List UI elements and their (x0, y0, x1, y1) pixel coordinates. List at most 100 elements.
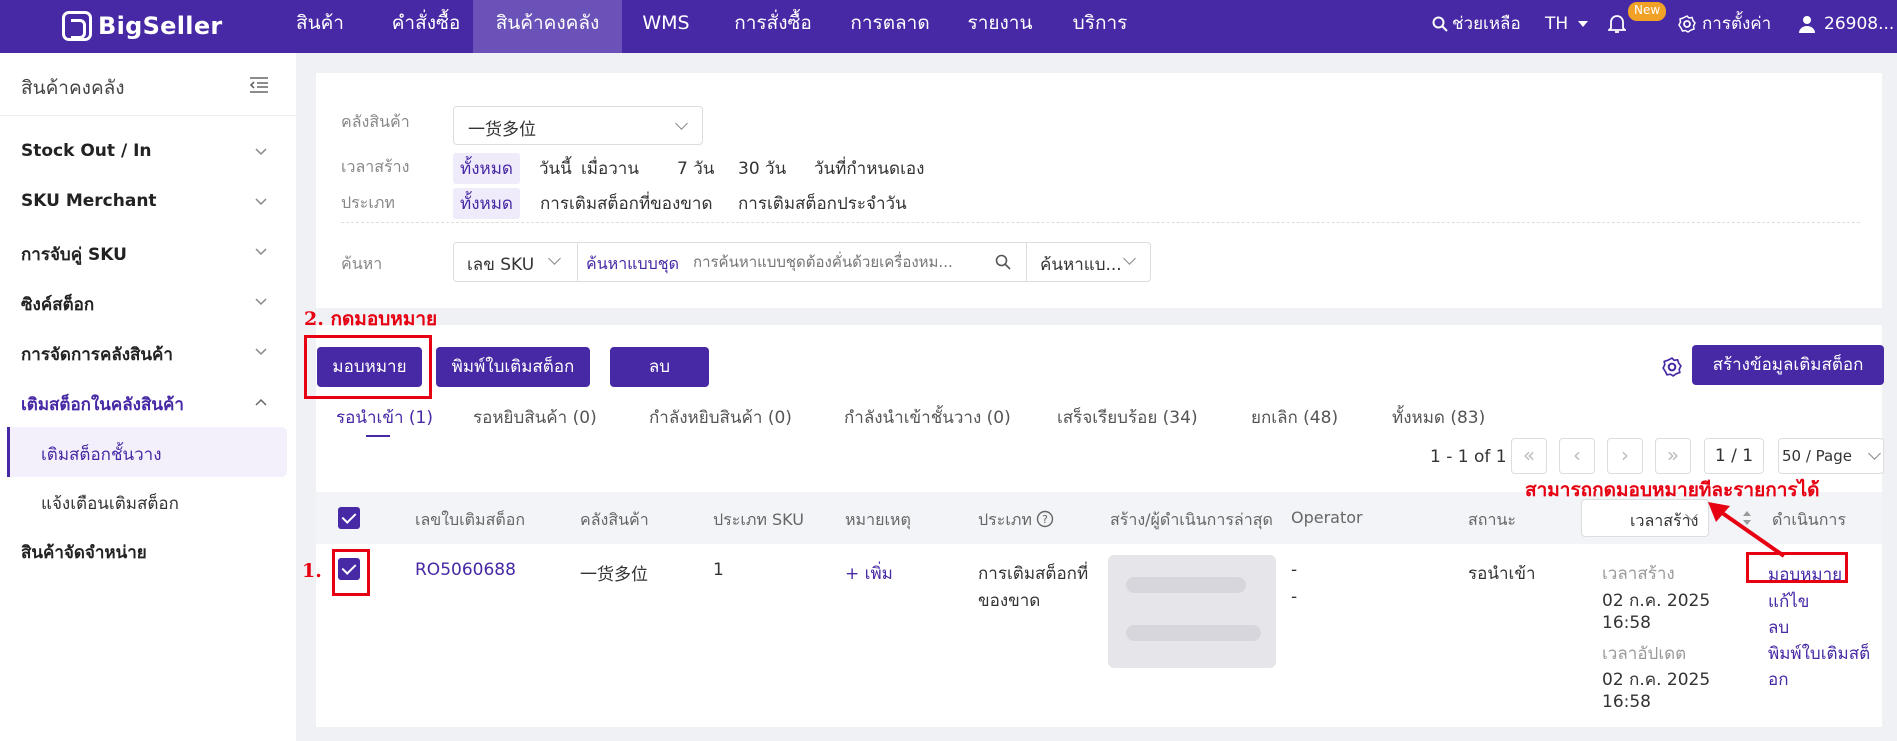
nav-inventory[interactable]: สินค้าคงคลัง (473, 0, 622, 53)
tab-all[interactable]: ทั้งหมด (83) (1392, 404, 1485, 431)
type-daily[interactable]: การเติมสต็อกประจำวัน (731, 188, 914, 219)
row-print-link-wrap[interactable]: อก (1768, 666, 1789, 693)
gear-icon[interactable] (1662, 357, 1682, 377)
tab-completed[interactable]: เสร็จเรียบร้อย (34) (1057, 404, 1198, 431)
row-print-link[interactable]: พิมพ์ใบเติมสต็ (1768, 640, 1870, 667)
row-sku-type: 1 (713, 560, 724, 580)
annotation-box-assign (304, 335, 432, 399)
row-edit-link[interactable]: แก้ไข (1768, 588, 1809, 615)
sidebar-item-stock-sync[interactable]: ซิงค์สต็อก (21, 291, 94, 318)
chevron-down-icon (255, 348, 267, 356)
warehouse-select[interactable]: 一货多位 (453, 106, 703, 145)
nav-products[interactable]: สินค้า (282, 0, 358, 53)
col-warehouse: คลังสินค้า (580, 510, 649, 529)
annotation-step2: 2. กดมอบหมาย (304, 308, 438, 330)
nav-purchase[interactable]: การสั่งซื้อ (718, 0, 828, 53)
double-chevron-right-icon: » (1666, 443, 1680, 467)
question-circle-icon[interactable]: ? (1036, 510, 1054, 528)
search-label: ค้นหา (341, 254, 383, 273)
tab-cancelled[interactable]: ยกเลิก (48) (1251, 404, 1338, 431)
search-type-value: ค้นหาแบ... (1040, 255, 1122, 275)
select-all-checkbox[interactable] (338, 507, 360, 529)
sidebar-subitem-shelf-replenishment[interactable]: เติมสต็อกชั้นวาง (41, 441, 162, 468)
delete-button[interactable]: ลบ (610, 347, 709, 387)
created-yesterday[interactable]: เมื่อวาน (574, 153, 646, 184)
chevron-down-icon (1868, 447, 1881, 460)
settings-link[interactable]: การตั้งค่า (1678, 0, 1790, 48)
user-menu[interactable]: 26908... (1798, 0, 1897, 48)
created-custom[interactable]: วันที่กำหนดเอง (807, 153, 931, 184)
brand-name: BigSeller (98, 12, 223, 40)
print-replenishment-button[interactable]: พิมพ์ใบเติมสต็อก (436, 347, 590, 387)
help-link[interactable]: ช่วยเหลือ (1432, 0, 1562, 48)
sidebar-item-warehouse-management[interactable]: การจัดการคลังสินค้า (21, 341, 173, 368)
created-time-label: เวลาสร้าง (341, 157, 410, 176)
language-selector[interactable]: TH (1545, 0, 1595, 48)
type-all[interactable]: ทั้งหมด (453, 188, 520, 219)
sidebar-item-warehouse-replenishment[interactable]: เติมสต็อกในคลังสินค้า (21, 391, 184, 418)
nav-marketing[interactable]: การตลาด (842, 0, 938, 53)
chevron-down-icon (1123, 252, 1136, 265)
page-input[interactable]: 1 / 1 (1704, 438, 1764, 474)
user-id: 26908... (1824, 14, 1895, 34)
sidebar-item-distribution-products[interactable]: สินค้าจัดจำหน่าย (21, 539, 147, 566)
tab-shelving[interactable]: กำลังนำเข้าชั้นวาง (0) (844, 404, 1011, 431)
col-status: สถานะ (1468, 510, 1516, 529)
svg-text:?: ? (1042, 513, 1048, 526)
chevron-up-icon (255, 398, 267, 406)
next-page-button[interactable]: › (1607, 438, 1643, 474)
tab-pending-inbound[interactable]: รอนำเข้า (1) (336, 404, 433, 431)
first-page-button[interactable]: « (1511, 438, 1547, 474)
created-7days[interactable]: 7 วัน (670, 153, 721, 184)
bigseller-logo[interactable]: BigSeller (62, 8, 223, 44)
nav-reports[interactable]: รายงาน (958, 0, 1042, 53)
updated-time: 16:58 (1602, 692, 1651, 712)
sidebar-subitem-replenishment-alert[interactable]: แจ้งเตือนเติมสต็อก (41, 490, 179, 517)
prev-page-button[interactable]: ‹ (1559, 438, 1595, 474)
tab-picking[interactable]: กำลังหยิบสินค้า (0) (649, 404, 792, 431)
nav-services[interactable]: บริการ (1064, 0, 1136, 53)
type-shortage[interactable]: การเติมสต็อกที่ของขาด (533, 188, 720, 219)
search-input[interactable] (693, 246, 993, 278)
last-page-button[interactable]: » (1655, 438, 1691, 474)
page-size-value: 50 / Page (1782, 447, 1852, 465)
sidebar-item-stock-out-in[interactable]: Stock Out / In (21, 141, 152, 161)
help-label: ช่วยเหลือ (1452, 14, 1521, 34)
filter-divider (341, 222, 1860, 223)
created-30days[interactable]: 30 วัน (731, 153, 793, 184)
chevron-down-icon (675, 117, 688, 130)
add-note-link[interactable]: + เพิ่ม (845, 560, 893, 587)
replenishment-number-link[interactable]: RO5060688 (415, 560, 516, 580)
search-type-select[interactable]: ค้นหาแบ... (1027, 242, 1151, 282)
chevron-down-icon (548, 252, 561, 265)
chevron-down-icon (255, 198, 267, 206)
nav-orders[interactable]: คำสั่งซื้อ (376, 0, 476, 53)
blurred-creator-info (1108, 555, 1276, 668)
tab-pending-pick[interactable]: รอหยิบสินค้า (0) (473, 404, 597, 431)
search-mode-label[interactable]: ค้นหาแบบชุด (586, 252, 679, 277)
created-all[interactable]: ทั้งหมด (453, 153, 520, 184)
create-replenishment-button[interactable]: สร้างข้อมูลเติมสต็อก (1692, 345, 1884, 385)
annotation-arrow (1708, 502, 1786, 558)
search-field-select[interactable]: เลข SKU (453, 242, 577, 282)
sidebar-divider (0, 115, 296, 116)
created-time: 16:58 (1602, 613, 1651, 633)
col-note: หมายเหตุ (845, 510, 911, 529)
page-size-select[interactable]: 50 / Page (1778, 438, 1884, 474)
search-icon (1432, 16, 1448, 32)
chevron-left-icon: ‹ (1573, 443, 1581, 467)
sidebar-item-sku-matching[interactable]: การจับคู่ SKU (21, 241, 127, 268)
updated-time-label: เวลาอัปเดต (1602, 644, 1687, 664)
language-label: TH (1545, 14, 1569, 34)
collapse-sidebar-icon[interactable] (249, 76, 269, 94)
row-status: รอนำเข้า (1468, 564, 1536, 584)
sidebar-title: สินค้าคงคลัง (21, 77, 125, 99)
chevron-down-icon (255, 148, 267, 156)
search-icon[interactable] (995, 254, 1011, 270)
nav-wms[interactable]: WMS (636, 0, 696, 53)
col-replenishment-no: เลขใบเติมสต็อก (415, 510, 526, 529)
row-type-line1: การเติมสต็อกที่ (978, 564, 1089, 584)
row-delete-link[interactable]: ลบ (1768, 614, 1789, 641)
created-today[interactable]: วันนี้ (532, 153, 579, 184)
sidebar-item-sku-merchant[interactable]: SKU Merchant (21, 191, 157, 211)
